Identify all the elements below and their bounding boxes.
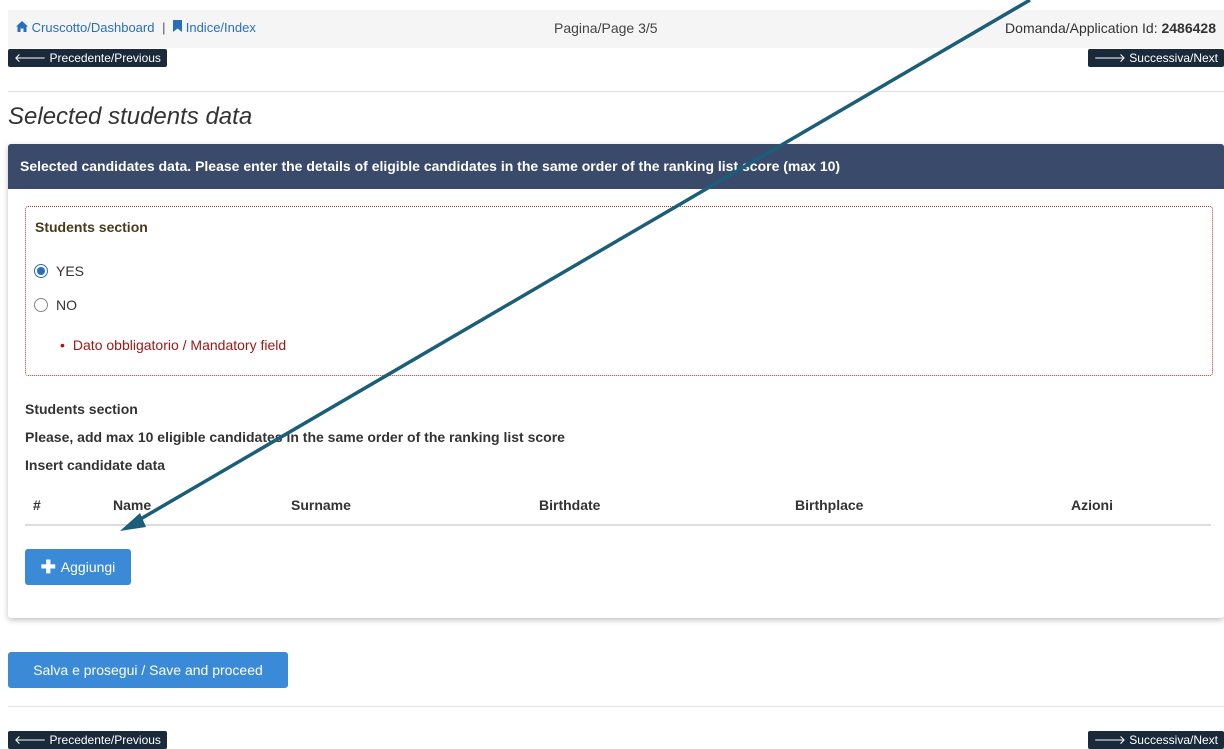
students-section-error-box: Students section YES NO Dato obbligatori…	[25, 206, 1213, 376]
panel-header: Selected candidates data. Please enter t…	[8, 144, 1224, 189]
top-bar: Cruscotto/Dashboard | Indice/Index Pagin…	[8, 10, 1224, 48]
column-header-number: #	[33, 497, 41, 513]
separator: |	[162, 20, 166, 35]
column-header-surname: Surname	[291, 497, 351, 513]
previous-button-top[interactable]: 🡐 Precedente/Previous	[8, 49, 167, 67]
bookmark-icon	[173, 20, 186, 35]
radio-yes-circle[interactable]	[34, 264, 48, 278]
dashboard-link[interactable]: Cruscotto/Dashboard	[32, 20, 155, 35]
add-button-label: Aggiungi	[60, 559, 116, 575]
candidates-panel: Selected candidates data. Please enter t…	[8, 144, 1224, 618]
radio-no-label: NO	[56, 297, 77, 313]
instructions-text: Please, add max 10 eligible candidates i…	[25, 429, 565, 445]
next-button-top[interactable]: 🡒 Successiva/Next	[1087, 49, 1224, 67]
plus-icon: ✚	[40, 557, 56, 577]
divider-bottom	[8, 706, 1224, 707]
column-header-name: Name	[113, 497, 152, 513]
mandatory-field-error: Dato obbligatorio / Mandatory field	[60, 337, 286, 353]
index-link[interactable]: Indice/Index	[186, 20, 256, 35]
add-candidate-button[interactable]: ✚ Aggiungi	[25, 549, 131, 585]
error-box-title: Students section	[35, 219, 148, 235]
next-button-bottom[interactable]: 🡒 Successiva/Next	[1087, 731, 1224, 749]
radio-yes[interactable]: YES	[34, 263, 84, 279]
home-icon	[16, 20, 32, 35]
column-header-birthdate: Birthdate	[539, 497, 601, 513]
arrow-right-icon: 🡒	[1093, 51, 1126, 65]
page-title: Selected students data	[8, 103, 253, 130]
radio-no-circle[interactable]	[34, 298, 48, 312]
previous-button-bottom[interactable]: 🡐 Precedente/Previous	[8, 731, 167, 749]
application-id-label: Domanda/Application Id:	[1005, 20, 1158, 36]
column-header-birthplace: Birthplace	[795, 497, 864, 513]
page-indicator: Pagina/Page 3/5	[554, 20, 658, 36]
top-bar-links: Cruscotto/Dashboard | Indice/Index	[16, 20, 256, 35]
students-section-heading: Students section	[25, 401, 138, 417]
radio-yes-label: YES	[56, 263, 85, 279]
application-id-value: 2486428	[1161, 20, 1216, 36]
save-and-proceed-button[interactable]: Salva e prosegui / Save and proceed	[8, 652, 288, 688]
column-header-azioni: Azioni	[1071, 497, 1113, 513]
next-label: Successiva/Next	[1129, 51, 1218, 65]
divider	[8, 91, 1224, 92]
radio-no[interactable]: NO	[34, 297, 77, 313]
application-id: Domanda/Application Id: 2486428	[1005, 20, 1216, 36]
candidates-table-header: # Name Surname Birthdate Birthplace Azio…	[25, 494, 1211, 526]
insert-label: Insert candidate data	[25, 457, 166, 473]
arrow-left-icon: 🡐	[14, 51, 47, 65]
previous-label: Precedente/Previous	[49, 51, 161, 65]
